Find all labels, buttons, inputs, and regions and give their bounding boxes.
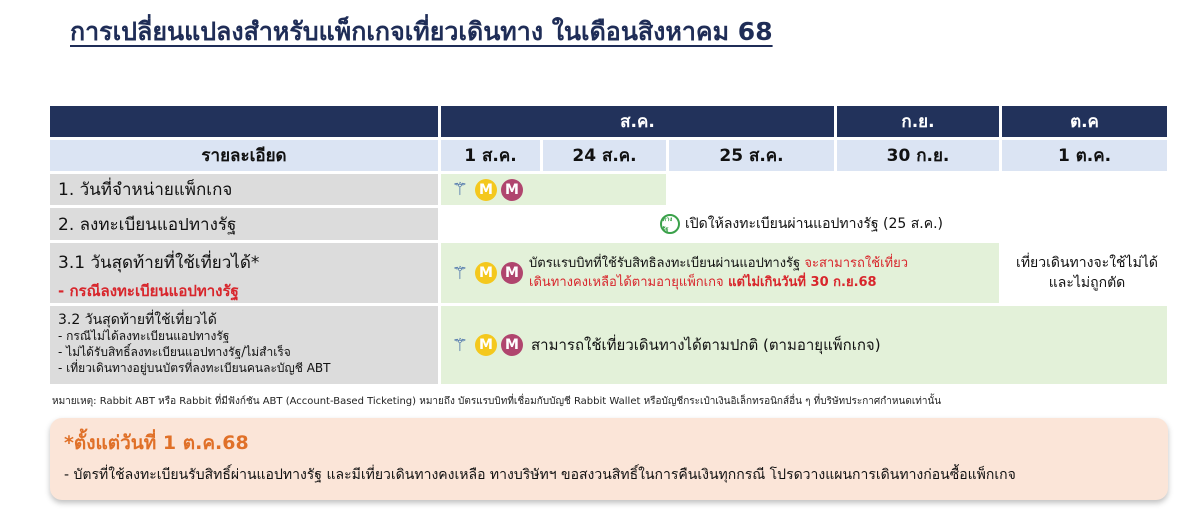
mrt-pink-logo-icon: M: [501, 178, 523, 201]
page-title: การเปลี่ยนแปลงสำหรับแพ็กเกจเที่ยวเดินทาง…: [70, 17, 773, 46]
date-header: 1 ต.ค.: [1002, 140, 1167, 171]
registration-info: ทางรัฐ เปิดให้ลงทะเบียนผ่านแอปทางรัฐ (25…: [660, 208, 1060, 240]
row-label: 2. ลงทะเบียนแอปทางรัฐ: [50, 208, 438, 240]
mrt-pink-logo-icon: M: [501, 334, 523, 356]
oct-status-line: เที่ยวเดินทางจะใช้ไม่ได้: [1016, 255, 1158, 271]
bts-logo-icon: ⚚: [451, 179, 469, 200]
header-blank-cell: [50, 106, 438, 137]
row-bullet: - กรณีไม่ได้ลงทะเบียนแอปทางรัฐ: [58, 329, 230, 343]
month-header-sep: ก.ย.: [837, 106, 999, 137]
oct-status-cell: เที่ยวเดินทางจะใช้ไม่ได้ และไม่ถูกตัด: [1002, 243, 1172, 303]
registration-text: เปิดให้ลงทะเบียนผ่านแอปทางรัฐ (25 ส.ค.): [685, 216, 944, 232]
row-bullet: - ไม่ได้รับสิทธิ์ลงทะเบียนแอปทางรัฐ/ไม่ส…: [58, 345, 291, 359]
row-label: 3.2 วันสุดท้ายที่ใช้เที่ยวได้: [58, 312, 217, 328]
last-use-unregistered-text: สามารถใช้เที่ยวเดินทางได้ตามปกติ (ตามอาย…: [531, 336, 881, 354]
date-header: 24 ส.ค.: [543, 140, 666, 171]
text-red-bold: แต่ไม่เกินวันที่ 30 ก.ย.68: [723, 275, 877, 290]
notice-box: *ตั้งแต่วันที่ 1 ต.ค.68 - บัตรที่ใช้ลงทะ…: [50, 418, 1168, 500]
row-label-3-2: 3.2 วันสุดท้ายที่ใช้เที่ยวได้ - กรณีไม่ไ…: [50, 306, 438, 384]
row-label: 3.1 วันสุดท้ายที่ใช้เที่ยวได้*: [58, 253, 260, 273]
month-header-aug: ส.ค.: [441, 106, 834, 137]
mrt-yellow-logo-icon: M: [475, 262, 497, 284]
bts-logo-icon: ⚚: [451, 262, 469, 284]
mrt-yellow-logo-icon: M: [475, 334, 497, 356]
row-sublabel: - กรณีลงทะเบียนแอปทางรัฐ: [58, 282, 239, 300]
detail-header: รายละเอียด: [50, 140, 438, 171]
operator-logos: ⚚ M M: [449, 334, 523, 356]
mrt-pink-logo-icon: M: [501, 262, 523, 284]
last-use-registered-cell: ⚚ M M บัตรแรบบิทที่ใช้รับสิทธิลงทะเบียนผ…: [441, 243, 999, 303]
notice-body: - บัตรที่ใช้ลงทะเบียนรับสิทธิ์ผ่านแอปทาง…: [64, 467, 1016, 483]
month-header-oct: ต.ค: [1002, 106, 1167, 137]
thangrat-app-icon: ทางรัฐ: [660, 214, 680, 234]
text-red: เดินทางคงเหลือได้ตามอายุแพ็กเกจ: [529, 275, 724, 290]
operator-logos: ⚚ M M: [449, 262, 523, 284]
date-header: 1 ส.ค.: [441, 140, 540, 171]
row-label: 1. วันที่จำหน่ายแพ็กเกจ: [50, 174, 438, 205]
date-header: 25 ส.ค.: [669, 140, 834, 171]
mrt-yellow-logo-icon: M: [475, 178, 497, 201]
row-bullet: - เที่ยวเดินทางอยู่บนบัตรที่ลงทะเบียนคนล…: [58, 361, 331, 375]
footnote: หมายเหตุ: Rabbit ABT หรือ Rabbit ที่มีฟั…: [52, 396, 942, 407]
bts-logo-icon: ⚚: [451, 334, 469, 356]
operator-logos: ⚚ M M: [449, 178, 523, 201]
last-use-unregistered-cell: ⚚ M M สามารถใช้เที่ยวเดินทางได้ตามปกติ (…: [441, 306, 1167, 384]
last-use-registered-text: บัตรแรบบิทที่ใช้รับสิทธิลงทะเบียนผ่านแอป…: [529, 254, 908, 292]
row-label-3-1: 3.1 วันสุดท้ายที่ใช้เที่ยวได้* - กรณีลงท…: [50, 243, 438, 303]
oct-status-line: และไม่ถูกตัด: [1048, 275, 1126, 291]
text-plain: บัตรแรบบิทที่ใช้รับสิทธิลงทะเบียนผ่านแอป…: [529, 256, 805, 271]
sales-period-cell: ⚚ M M: [441, 174, 666, 205]
text-red: จะสามารถใช้เที่ยว: [804, 256, 909, 271]
notice-title: *ตั้งแต่วันที่ 1 ต.ค.68: [64, 432, 249, 454]
date-header: 30 ก.ย.: [837, 140, 999, 171]
